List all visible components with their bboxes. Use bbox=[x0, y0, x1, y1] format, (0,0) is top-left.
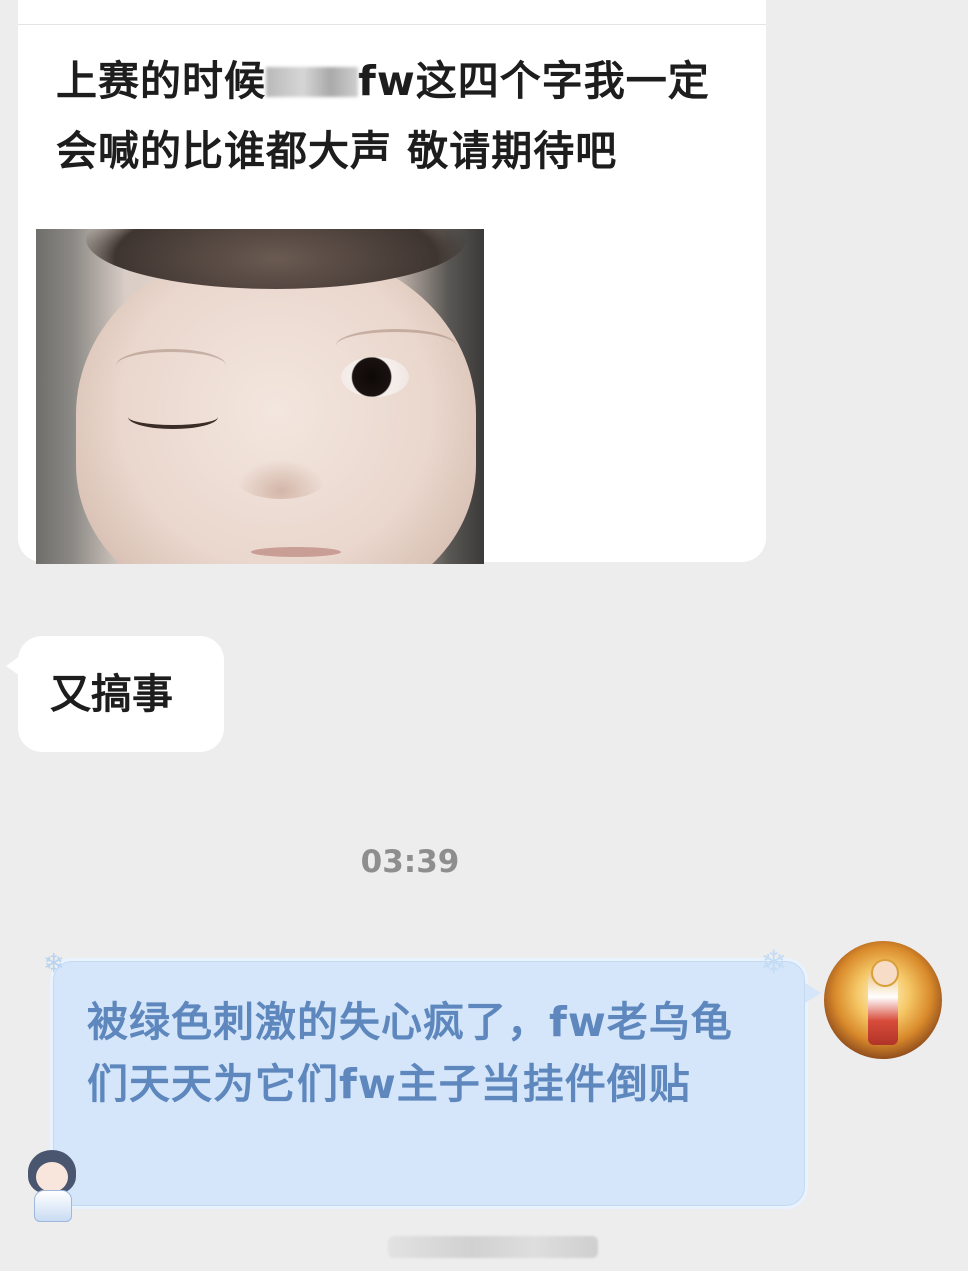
message-text: 又搞事 bbox=[50, 670, 173, 718]
message-divider bbox=[18, 24, 766, 25]
outgoing-message-bubble[interactable]: ❄ ❄ 被绿色刺激的失心疯了，fw老乌龟们天天为它们fw主子当挂件倒贴 bbox=[43, 943, 821, 1209]
message-text: 上赛的时候 fw这四个字我一定会喊的比谁都大声 敬请期待吧 bbox=[56, 46, 746, 186]
blurred-watermark bbox=[388, 1236, 598, 1258]
incoming-message-bubble[interactable]: 又搞事 bbox=[6, 636, 224, 752]
sticker-face bbox=[36, 1162, 68, 1192]
mouth-shape bbox=[251, 547, 341, 557]
brow-right bbox=[336, 329, 456, 362]
message-text-part: 上赛的时候 bbox=[56, 57, 266, 105]
message-timestamp: 03:39 bbox=[360, 844, 460, 880]
hair-shape bbox=[86, 229, 466, 289]
redaction-mark bbox=[266, 67, 358, 97]
snowflake-icon: ❄ bbox=[760, 943, 787, 981]
brow-left bbox=[116, 349, 226, 382]
open-eye bbox=[341, 357, 409, 397]
nose-shape bbox=[236, 459, 326, 499]
message-image-baby-winking[interactable] bbox=[36, 229, 484, 564]
bubble-tail bbox=[805, 983, 821, 1003]
bubble-tail bbox=[6, 656, 20, 676]
avatar-figure-head bbox=[871, 959, 899, 987]
snowflake-icon: ❄ bbox=[43, 949, 65, 979]
sticker-body bbox=[34, 1190, 72, 1222]
message-text: 被绿色刺激的失心疯了，fw老乌龟们天天为它们fw主子当挂件倒贴 bbox=[87, 998, 733, 1108]
chibi-sticker-icon bbox=[24, 1150, 80, 1222]
closed-eye bbox=[128, 405, 218, 429]
avatar[interactable] bbox=[824, 941, 942, 1059]
